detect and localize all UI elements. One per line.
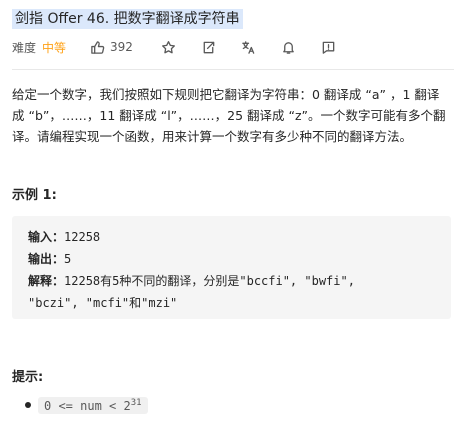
bell-icon[interactable] xyxy=(280,38,298,56)
example-explain-continuation: "bczi", "mcfi"和"mzi" xyxy=(28,296,178,310)
output-label: 输出： xyxy=(28,252,65,266)
example-code-block: 输入：12258 输出：5 解释：12258有5种不同的翻译，分别是"bccfi… xyxy=(12,216,451,319)
translate-icon[interactable] xyxy=(240,38,258,56)
explain-text: 12258有5种不同的翻译，分别是"bccfi", "bwfi", xyxy=(64,274,355,288)
example-title: 示例 1: xyxy=(12,188,57,203)
example-explain-line: 解释：12258有5种不同的翻译，分别是"bccfi", "bwfi", xyxy=(28,270,435,292)
problem-meta-row: 难度 中等 392 xyxy=(12,38,338,56)
description-line: 给定一个数字，我们按照如下规则把它翻译为字符串：0 翻译成 “a” ，1 翻译 xyxy=(12,87,440,102)
problem-title: 剑指 Offer 46. 把数字翻译成字符串 xyxy=(12,9,243,29)
constraint-base: 0 <= num < 2 xyxy=(44,398,131,413)
hints-title: 提示: xyxy=(12,370,44,385)
problem-description: 给定一个数字，我们按照如下规则把它翻译为字符串：0 翻译成 “a” ，1 翻译 … xyxy=(12,84,456,147)
input-value: 12258 xyxy=(64,230,101,244)
example-output-line: 输出：5 xyxy=(28,248,435,270)
constraint-item: 0 <= num < 231 xyxy=(25,394,148,416)
difficulty-label: 难度 xyxy=(12,40,37,55)
constraint-exponent: 31 xyxy=(130,397,142,408)
explain-label: 解释： xyxy=(28,274,65,288)
feedback-icon[interactable] xyxy=(320,38,338,56)
bullet-dot xyxy=(25,402,31,408)
output-value: 5 xyxy=(64,252,72,266)
star-icon[interactable] xyxy=(160,38,178,56)
input-label: 输入： xyxy=(28,230,65,244)
constraint-code: 0 <= num < 231 xyxy=(38,396,148,414)
description-line: 译。请编程实现一个函数，用来计算一个数字有多少种不同的翻译方法。 xyxy=(12,129,413,144)
like-count: 392 xyxy=(110,40,133,54)
difficulty-badge: 中等 xyxy=(42,40,67,55)
example-input-line: 输入：12258 xyxy=(28,226,435,248)
thumbs-up-icon[interactable] xyxy=(88,38,106,56)
description-line: 成 “b”，……，11 翻译成 “l”，……，25 翻译成 “z”。一个数字可能… xyxy=(12,108,446,123)
share-icon[interactable] xyxy=(200,38,218,56)
header-divider xyxy=(12,69,454,70)
